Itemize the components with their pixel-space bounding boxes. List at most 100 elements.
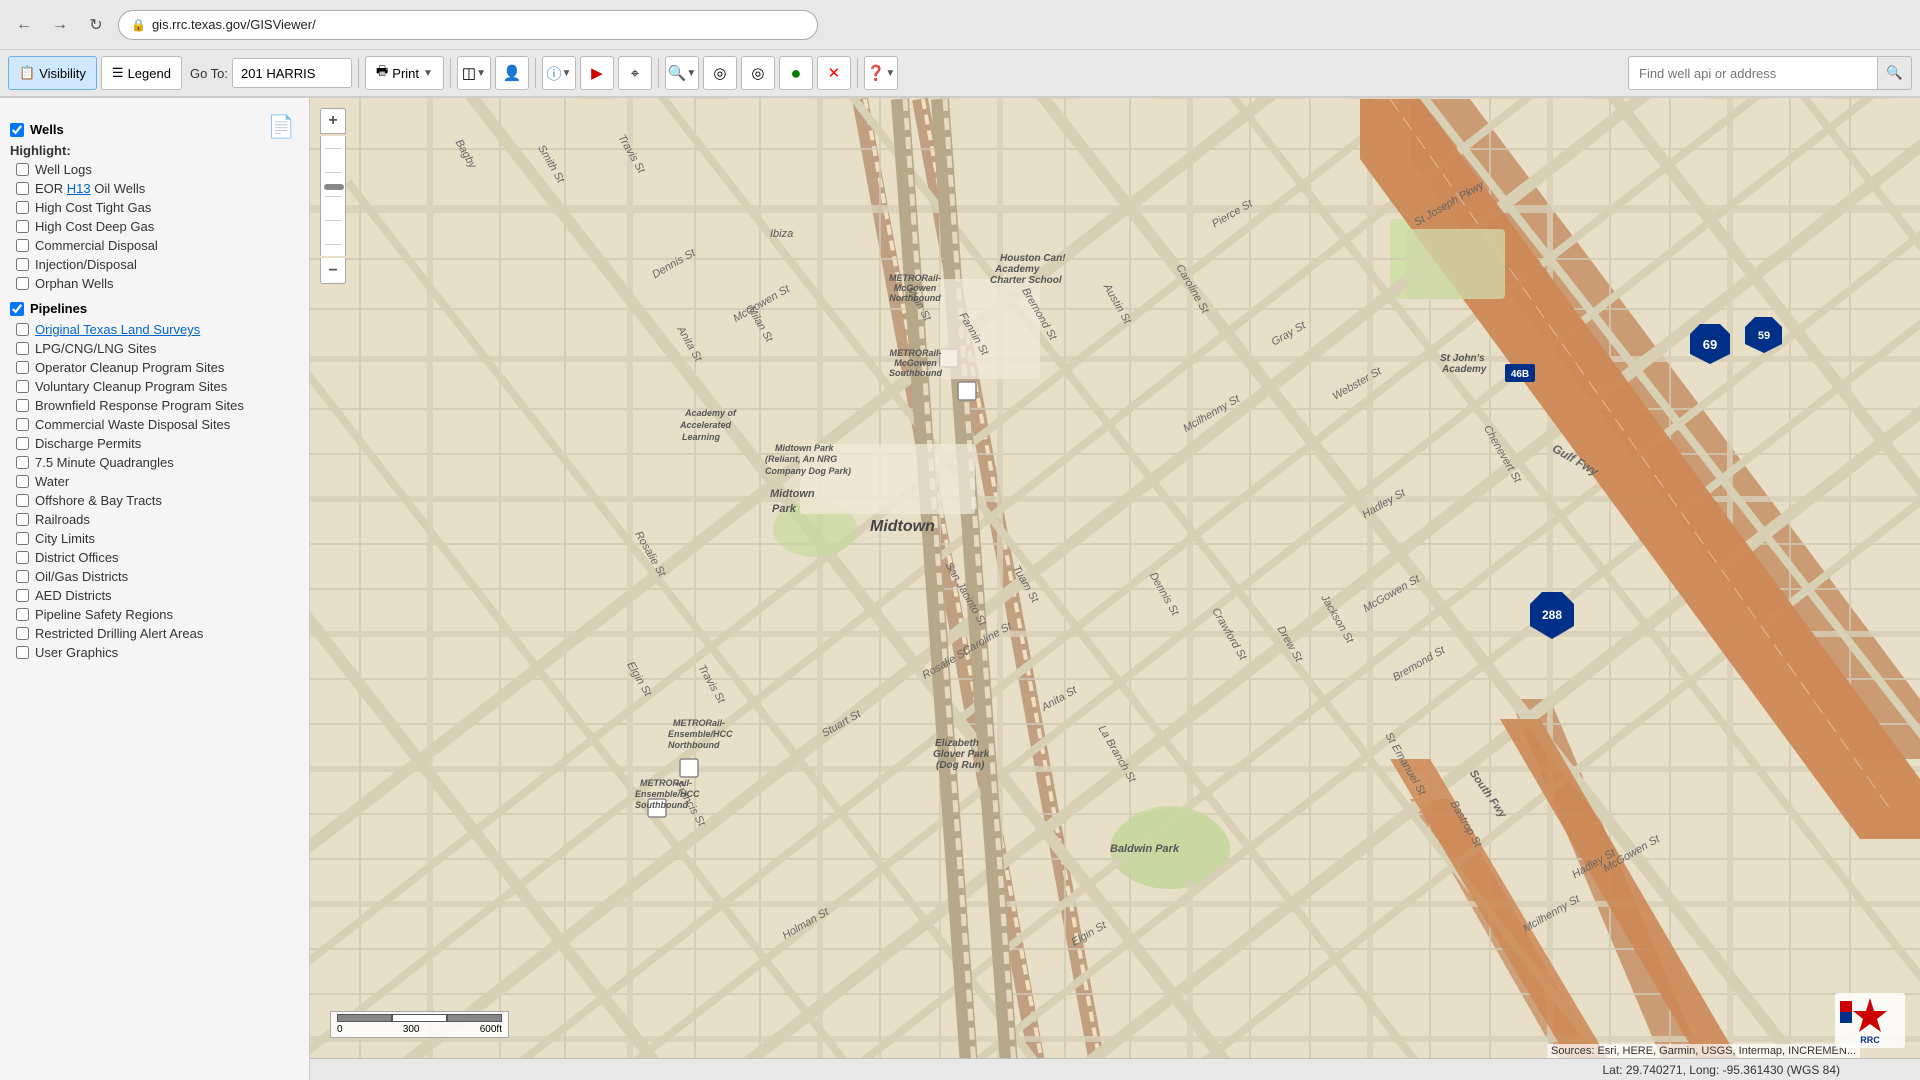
original-texas-link[interactable]: Original Texas Land Surveys: [35, 322, 200, 337]
back-button[interactable]: ←: [10, 11, 38, 39]
list-item: Brownfield Response Program Sites: [12, 396, 305, 415]
pipelines-checkbox[interactable]: [10, 302, 24, 316]
separator-5: [857, 58, 858, 88]
aed-districts-checkbox[interactable]: [16, 589, 29, 602]
railroads-checkbox[interactable]: [16, 513, 29, 526]
list-item: High Cost Deep Gas: [12, 217, 305, 236]
info-button[interactable]: ⓘ ▼: [542, 56, 576, 90]
visibility-button[interactable]: 📋 Visibility: [8, 56, 97, 90]
address-bar[interactable]: 🔒 gis.rrc.texas.gov/GISViewer/: [118, 10, 818, 40]
offshore-bay-label[interactable]: Offshore & Bay Tracts: [35, 493, 162, 508]
print-button[interactable]: 🖶 Print ▼: [365, 56, 444, 90]
orphan-wells-checkbox[interactable]: [16, 277, 29, 290]
water-checkbox[interactable]: [16, 475, 29, 488]
restricted-drilling-label[interactable]: Restricted Drilling Alert Areas: [35, 626, 203, 641]
district-offices-label[interactable]: District Offices: [35, 550, 119, 565]
highlight-label: Highlight:: [4, 139, 305, 160]
legend-button[interactable]: ☰ Legend: [101, 56, 182, 90]
panel-header: 📄: [4, 106, 305, 114]
wells-checkbox[interactable]: [10, 123, 24, 137]
zoom-in-button[interactable]: +: [320, 108, 346, 134]
pdf-export-icon[interactable]: 📄: [268, 114, 295, 140]
identify-button[interactable]: ▶: [580, 56, 614, 90]
operator-cleanup-checkbox[interactable]: [16, 361, 29, 374]
pipelines-layer[interactable]: Pipelines: [4, 299, 305, 318]
brownfield-label[interactable]: Brownfield Response Program Sites: [35, 398, 244, 413]
district-offices-checkbox[interactable]: [16, 551, 29, 564]
map-area[interactable]: 69 288 59 46B Pierce St St Joseph Pkwy T…: [310, 98, 1920, 1080]
quadrangles-label[interactable]: 7.5 Minute Quadrangles: [35, 455, 174, 470]
zoom-out-button[interactable]: −: [320, 258, 346, 284]
injection-disposal-label[interactable]: Injection/Disposal: [35, 257, 137, 272]
original-texas-label[interactable]: Original Texas Land Surveys: [35, 322, 200, 337]
list-item: Injection/Disposal: [12, 255, 305, 274]
zoom-widget-button[interactable]: 🔍 ▼: [665, 56, 699, 90]
discharge-permits-label[interactable]: Discharge Permits: [35, 436, 141, 451]
svg-text:288: 288: [1542, 608, 1562, 622]
city-limits-checkbox[interactable]: [16, 532, 29, 545]
injection-disposal-checkbox[interactable]: [16, 258, 29, 271]
discharge-permits-checkbox[interactable]: [16, 437, 29, 450]
oil-gas-districts-label[interactable]: Oil/Gas Districts: [35, 569, 128, 584]
wells-layer[interactable]: Wells: [4, 120, 305, 139]
water-label[interactable]: Water: [35, 474, 69, 489]
remove-layer-button[interactable]: ✕: [817, 56, 851, 90]
zoom-controls: + −: [320, 108, 346, 284]
fullscreen-button[interactable]: ◎: [703, 56, 737, 90]
brownfield-checkbox[interactable]: [16, 399, 29, 412]
pipelines-label[interactable]: Pipelines: [30, 301, 87, 316]
aed-districts-label[interactable]: AED Districts: [35, 588, 112, 603]
left-panel: 📄 Wells Highlight: Well Logs EOR H13 Oil…: [0, 98, 310, 1080]
pipeline-safety-checkbox[interactable]: [16, 608, 29, 621]
svg-text:59: 59: [1758, 330, 1770, 342]
lpg-cng-lng-label[interactable]: LPG/CNG/LNG Sites: [35, 341, 156, 356]
visibility-icon: 📋: [19, 65, 35, 81]
well-logs-checkbox[interactable]: [16, 163, 29, 176]
high-tight-label[interactable]: High Cost Tight Gas: [35, 200, 151, 215]
zoom-thumb[interactable]: [324, 184, 344, 190]
restricted-drilling-checkbox[interactable]: [16, 627, 29, 640]
pipeline-safety-label[interactable]: Pipeline Safety Regions: [35, 607, 173, 622]
search-submit-button[interactable]: 🔍: [1878, 56, 1912, 90]
comm-disposal-label[interactable]: Commercial Disposal: [35, 238, 158, 253]
legend-label: Legend: [128, 66, 171, 81]
user-graphics-label[interactable]: User Graphics: [35, 645, 118, 660]
location-button[interactable]: ◎: [741, 56, 775, 90]
forward-button[interactable]: →: [46, 11, 74, 39]
voluntary-cleanup-label[interactable]: Voluntary Cleanup Program Sites: [35, 379, 227, 394]
high-deep-checkbox[interactable]: [16, 220, 29, 233]
comm-disposal-checkbox[interactable]: [16, 239, 29, 252]
original-texas-checkbox[interactable]: [16, 323, 29, 336]
zoom-line: [325, 172, 341, 173]
quadrangles-checkbox[interactable]: [16, 456, 29, 469]
railroads-label[interactable]: Railroads: [35, 512, 90, 527]
svg-text:69: 69: [1703, 337, 1717, 352]
refresh-button[interactable]: ↻: [82, 11, 110, 39]
user-graphics-checkbox[interactable]: [16, 646, 29, 659]
add-layer-button[interactable]: ●: [779, 56, 813, 90]
back-icon: ←: [16, 16, 32, 34]
search-input[interactable]: [1628, 56, 1878, 90]
commercial-waste-label[interactable]: Commercial Waste Disposal Sites: [35, 417, 230, 432]
layers-button[interactable]: ◫ ▼: [457, 56, 491, 90]
voluntary-cleanup-checkbox[interactable]: [16, 380, 29, 393]
city-limits-label[interactable]: City Limits: [35, 531, 95, 546]
lpg-cng-lng-checkbox[interactable]: [16, 342, 29, 355]
goto-input[interactable]: [232, 58, 352, 88]
operator-cleanup-label[interactable]: Operator Cleanup Program Sites: [35, 360, 224, 375]
well-logs-label[interactable]: Well Logs: [35, 162, 92, 177]
eor-h13-link[interactable]: H13: [67, 181, 91, 196]
offshore-bay-checkbox[interactable]: [16, 494, 29, 507]
eor-h13-checkbox[interactable]: [16, 182, 29, 195]
wells-label[interactable]: Wells: [30, 122, 64, 137]
scale-labels: 0 300 600ft: [337, 1024, 502, 1035]
streetview-button[interactable]: 👤: [495, 56, 529, 90]
high-deep-label[interactable]: High Cost Deep Gas: [35, 219, 154, 234]
help-button[interactable]: ❓ ▼: [864, 56, 898, 90]
crosshair-button[interactable]: ⌖: [618, 56, 652, 90]
commercial-waste-checkbox[interactable]: [16, 418, 29, 431]
oil-gas-districts-checkbox[interactable]: [16, 570, 29, 583]
high-tight-checkbox[interactable]: [16, 201, 29, 214]
eor-h13-label[interactable]: EOR H13 Oil Wells: [35, 181, 145, 196]
orphan-wells-label[interactable]: Orphan Wells: [35, 276, 114, 291]
